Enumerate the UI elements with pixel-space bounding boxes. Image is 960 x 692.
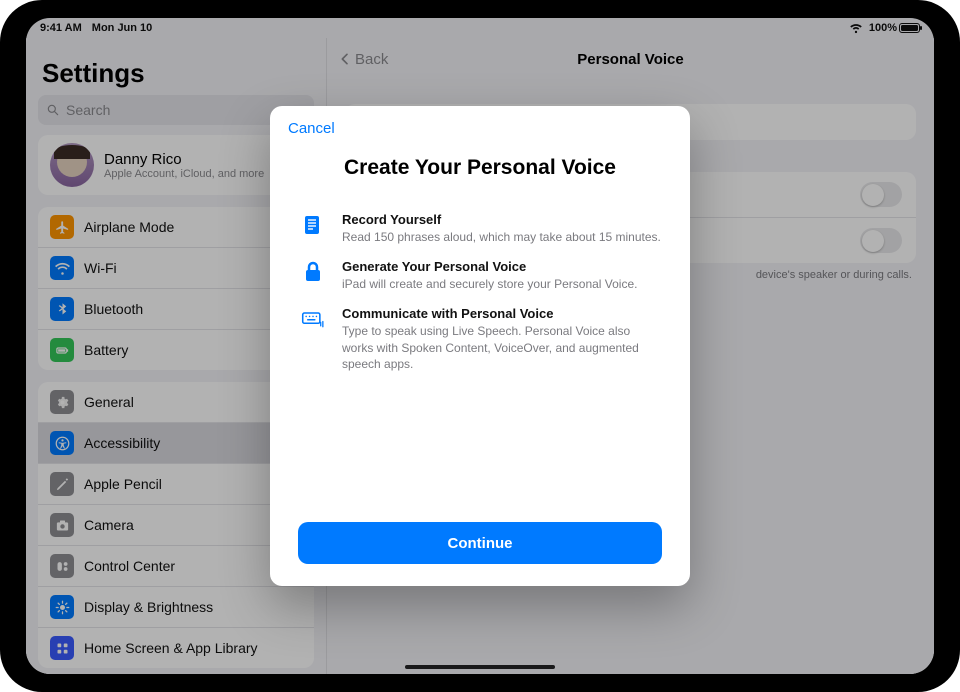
step-record: Record Yourself Read 150 phrases aloud, … — [298, 212, 662, 245]
script-icon — [298, 212, 328, 245]
step-body: iPad will create and securely store your… — [342, 276, 662, 292]
personal-voice-sheet: Cancel Create Your Personal Voice Record… — [270, 106, 690, 586]
step-body: Type to speak using Live Speech. Persona… — [342, 323, 662, 372]
step-communicate: Communicate with Personal Voice Type to … — [298, 306, 662, 372]
continue-button[interactable]: Continue — [298, 522, 662, 564]
keyboard-voice-icon — [298, 306, 328, 372]
step-body: Read 150 phrases aloud, which may take a… — [342, 229, 662, 245]
step-heading: Communicate with Personal Voice — [342, 306, 662, 321]
cancel-button[interactable]: Cancel — [288, 120, 335, 137]
device-frame: 9:41 AM Mon Jun 10 100% Settings Search — [0, 0, 960, 692]
screen: 9:41 AM Mon Jun 10 100% Settings Search — [26, 18, 934, 674]
step-heading: Record Yourself — [342, 212, 662, 227]
lock-icon — [298, 259, 328, 292]
step-heading: Generate Your Personal Voice — [342, 259, 662, 274]
sheet-title: Create Your Personal Voice — [294, 156, 666, 180]
home-indicator — [405, 665, 555, 669]
step-generate: Generate Your Personal Voice iPad will c… — [298, 259, 662, 292]
modal-overlay: Cancel Create Your Personal Voice Record… — [26, 18, 934, 674]
